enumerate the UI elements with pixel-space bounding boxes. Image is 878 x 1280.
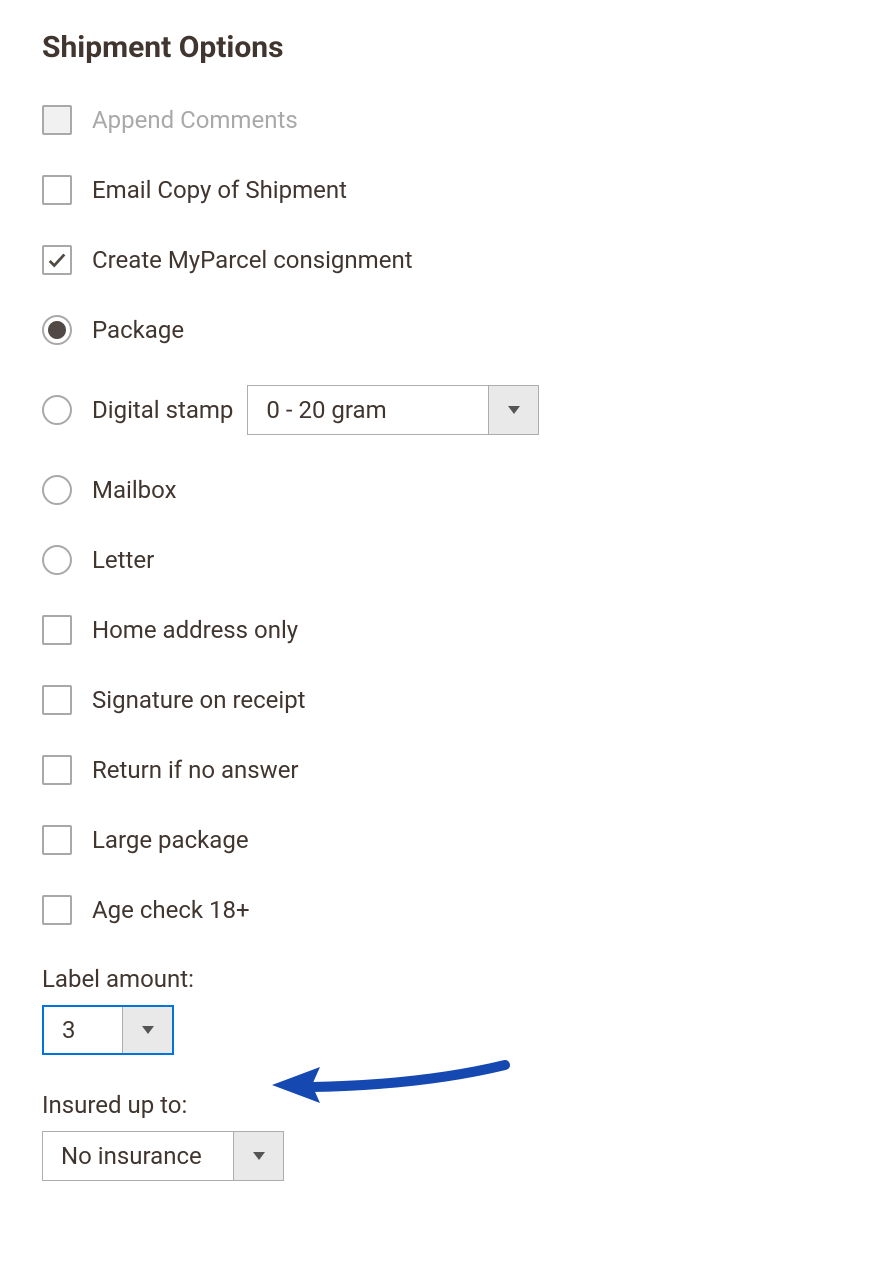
- append-comments-label: Append Comments: [92, 106, 298, 134]
- email-copy-checkbox[interactable]: [42, 175, 72, 205]
- digital-stamp-radio[interactable]: [42, 395, 72, 425]
- age-check-row[interactable]: Age check 18+: [42, 895, 836, 925]
- insured-value: No insurance: [43, 1132, 233, 1180]
- digital-stamp-weight-value: 0 - 20 gram: [248, 386, 488, 434]
- create-consignment-checkbox[interactable]: [42, 245, 72, 275]
- label-amount-label: Label amount:: [42, 965, 836, 993]
- package-label: Package: [92, 316, 184, 344]
- large-package-checkbox[interactable]: [42, 825, 72, 855]
- insured-select[interactable]: No insurance: [42, 1131, 284, 1181]
- insured-label: Insured up to:: [42, 1091, 836, 1119]
- package-row[interactable]: Package: [42, 315, 836, 345]
- email-copy-label: Email Copy of Shipment: [92, 176, 347, 204]
- return-no-answer-checkbox[interactable]: [42, 755, 72, 785]
- home-only-row[interactable]: Home address only: [42, 615, 836, 645]
- insured-group: Insured up to: No insurance: [42, 1091, 836, 1181]
- digital-stamp-weight-select[interactable]: 0 - 20 gram: [247, 385, 539, 435]
- age-check-label: Age check 18+: [92, 896, 250, 924]
- label-amount-group: Label amount: 3: [42, 965, 836, 1055]
- letter-label: Letter: [92, 546, 154, 574]
- letter-row[interactable]: Letter: [42, 545, 836, 575]
- label-amount-select[interactable]: 3: [42, 1005, 174, 1055]
- letter-radio[interactable]: [42, 545, 72, 575]
- label-amount-value: 3: [44, 1007, 122, 1053]
- signature-label: Signature on receipt: [92, 686, 306, 714]
- large-package-label: Large package: [92, 826, 249, 854]
- age-check-checkbox[interactable]: [42, 895, 72, 925]
- signature-checkbox[interactable]: [42, 685, 72, 715]
- append-comments-row: Append Comments: [42, 105, 836, 135]
- signature-row[interactable]: Signature on receipt: [42, 685, 836, 715]
- chevron-down-icon[interactable]: [233, 1132, 283, 1180]
- email-copy-row[interactable]: Email Copy of Shipment: [42, 175, 836, 205]
- append-comments-checkbox: [42, 105, 72, 135]
- return-no-answer-row[interactable]: Return if no answer: [42, 755, 836, 785]
- chevron-down-icon[interactable]: [122, 1007, 172, 1053]
- chevron-down-icon[interactable]: [488, 386, 538, 434]
- create-consignment-row[interactable]: Create MyParcel consignment: [42, 245, 836, 275]
- home-only-label: Home address only: [92, 616, 298, 644]
- create-consignment-label: Create MyParcel consignment: [92, 246, 413, 274]
- home-only-checkbox[interactable]: [42, 615, 72, 645]
- package-radio[interactable]: [42, 315, 72, 345]
- mailbox-row[interactable]: Mailbox: [42, 475, 836, 505]
- return-no-answer-label: Return if no answer: [92, 756, 299, 784]
- digital-stamp-label: Digital stamp: [92, 396, 233, 424]
- mailbox-label: Mailbox: [92, 476, 177, 504]
- digital-stamp-row[interactable]: Digital stamp 0 - 20 gram: [42, 385, 836, 435]
- section-title: Shipment Options: [42, 30, 836, 65]
- large-package-row[interactable]: Large package: [42, 825, 836, 855]
- mailbox-radio[interactable]: [42, 475, 72, 505]
